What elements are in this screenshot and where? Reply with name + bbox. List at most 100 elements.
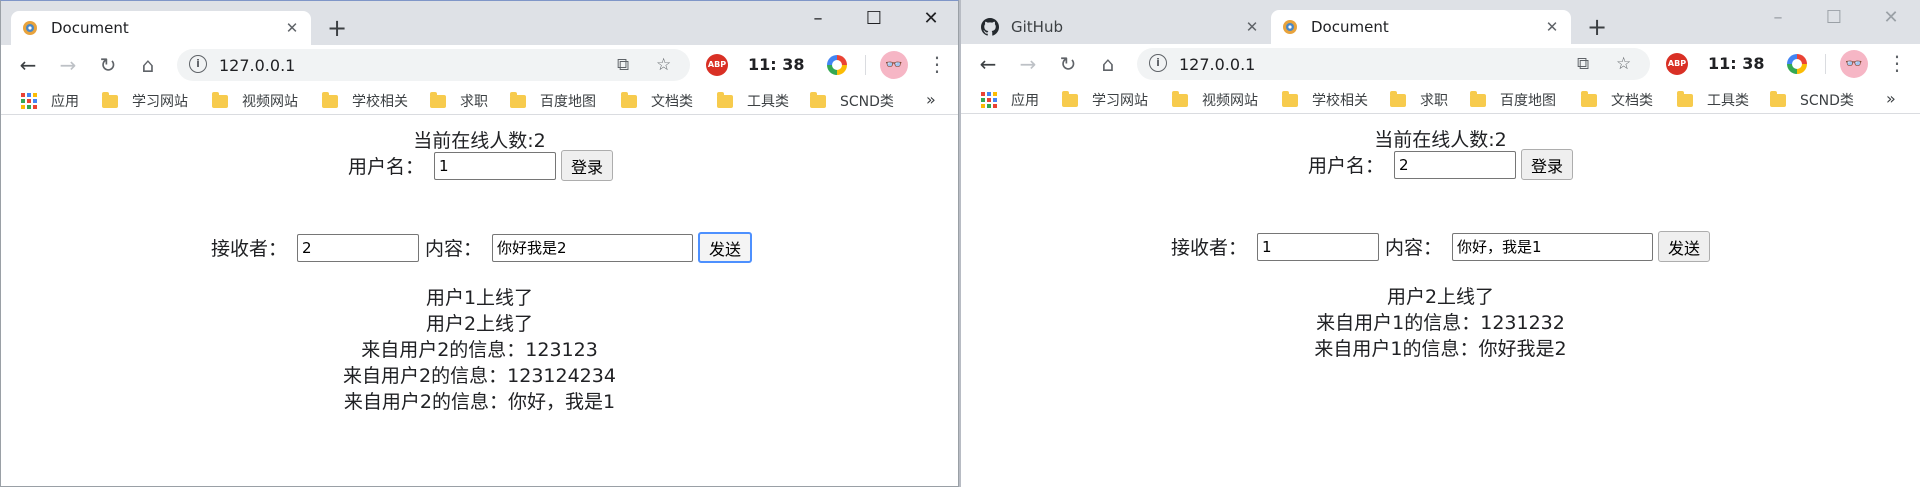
- message-list: 用户2上线了 来自用户1的信息：1231232 来自用户1的信息：你好我是2: [961, 284, 1920, 362]
- close-tab-icon[interactable]: ✕: [1543, 18, 1561, 36]
- send-button[interactable]: 发送: [698, 232, 753, 263]
- bookmark-folder[interactable]: 工具类: [717, 91, 789, 111]
- bookmarks-bar: 应用 学习网站 视频网站 学校相关 求职 百度地图 文档类 工具类 SCND类 …: [1, 85, 958, 115]
- receiver-input[interactable]: [1257, 232, 1380, 261]
- bookmark-label: 百度地图: [540, 94, 596, 110]
- color-ring-extension-icon[interactable]: [1787, 54, 1807, 74]
- menu-kebab-icon[interactable]: ⋮: [927, 53, 947, 75]
- receiver-input[interactable]: [297, 233, 420, 262]
- home-icon[interactable]: ⌂: [1097, 52, 1119, 76]
- message-item: 来自用户1的信息：你好我是2: [1314, 338, 1567, 360]
- url-text: 127.0.0.1: [219, 56, 296, 75]
- page-content: 当前在线人数:2 用户名： 登录 接收者： 内容： 发送 用户1上线了 用户2上…: [1, 115, 958, 486]
- message-item: 用户2上线了: [1386, 286, 1495, 308]
- bookmark-label: SCND类: [840, 94, 894, 110]
- bookmark-folder[interactable]: 百度地图: [510, 91, 596, 111]
- username-label: 用户名：: [1308, 155, 1385, 177]
- translate-icon[interactable]: ⧉: [1577, 54, 1589, 74]
- bookmarks-bar: 应用 学习网站 视频网站 学校相关 求职 百度地图 文档类 工具类 SCND类 …: [961, 84, 1920, 114]
- bookmark-folder[interactable]: 工具类: [1677, 90, 1749, 110]
- clock-extension[interactable]: 11: 38: [1708, 54, 1765, 73]
- close-window-icon[interactable]: ✕: [1881, 8, 1901, 28]
- forward-icon[interactable]: →: [1017, 52, 1039, 76]
- more-bookmarks-icon[interactable]: »: [1886, 89, 1896, 108]
- back-icon[interactable]: ←: [17, 53, 39, 77]
- bookmark-star-icon[interactable]: ☆: [1616, 54, 1631, 74]
- tab-document[interactable]: Document ✕: [11, 11, 311, 45]
- minimize-icon[interactable]: –: [1768, 8, 1788, 28]
- browser-window-left: Document ✕ + – ☐ ✕ ← → ↻ ⌂ i 127.0.0.1 ⧉…: [0, 0, 959, 487]
- folder-icon: [102, 91, 118, 108]
- message-item: 来自用户1的信息：1231232: [1316, 312, 1565, 334]
- bookmark-folder[interactable]: SCND类: [1770, 90, 1854, 110]
- toolbar: ← → ↻ ⌂ i 127.0.0.1 ⧉ ☆ ABP 11: 38 👓 ⋮: [961, 44, 1920, 84]
- profile-avatar-icon[interactable]: 👓: [1840, 50, 1868, 78]
- username-label: 用户名：: [348, 156, 425, 178]
- message-item: 用户1上线了: [425, 287, 534, 309]
- close-tab-icon[interactable]: ✕: [283, 19, 301, 37]
- bookmark-apps[interactable]: 应用: [981, 90, 1039, 110]
- close-tab-icon[interactable]: ✕: [1243, 18, 1261, 36]
- profile-avatar-icon[interactable]: 👓: [880, 51, 908, 79]
- site-info-icon[interactable]: i: [189, 55, 207, 73]
- bookmark-folder[interactable]: 视频网站: [212, 91, 298, 111]
- bookmark-label: 学校相关: [352, 94, 408, 110]
- address-bar[interactable]: i 127.0.0.1 ⧉ ☆: [177, 49, 690, 81]
- bookmark-folder[interactable]: 视频网站: [1172, 90, 1258, 110]
- maximize-icon[interactable]: ☐: [1824, 8, 1844, 28]
- content-input[interactable]: [1452, 232, 1654, 261]
- username-input[interactable]: [1394, 150, 1517, 179]
- back-icon[interactable]: ←: [977, 52, 999, 76]
- url-text: 127.0.0.1: [1179, 55, 1256, 74]
- reload-icon[interactable]: ↻: [97, 53, 119, 77]
- bookmark-folder[interactable]: 求职: [430, 91, 488, 111]
- github-icon: [981, 18, 999, 36]
- bookmark-folder[interactable]: 学校相关: [322, 91, 408, 111]
- menu-kebab-icon[interactable]: ⋮: [1887, 52, 1907, 74]
- adblock-plus-icon[interactable]: ABP: [1666, 53, 1688, 75]
- folder-icon: [810, 91, 826, 108]
- maximize-icon[interactable]: ☐: [864, 9, 884, 29]
- address-bar[interactable]: i 127.0.0.1 ⧉ ☆: [1137, 48, 1650, 80]
- online-count: 当前在线人数:2: [413, 130, 546, 152]
- online-count: 当前在线人数:2: [1374, 129, 1507, 151]
- close-window-icon[interactable]: ✕: [921, 9, 941, 29]
- minimize-icon[interactable]: –: [808, 9, 828, 29]
- reload-icon[interactable]: ↻: [1057, 52, 1079, 76]
- bookmark-folder[interactable]: 文档类: [1581, 90, 1653, 110]
- content-input[interactable]: [492, 233, 694, 262]
- login-button[interactable]: 登录: [1521, 149, 1574, 180]
- color-ring-extension-icon[interactable]: [827, 55, 847, 75]
- message-item: 来自用户2的信息：123123: [361, 339, 598, 361]
- tab-document[interactable]: Document ✕: [1271, 10, 1571, 44]
- username-input[interactable]: [434, 151, 557, 180]
- site-info-icon[interactable]: i: [1149, 54, 1167, 72]
- bookmark-label: 文档类: [651, 94, 693, 110]
- bookmark-star-icon[interactable]: ☆: [656, 55, 671, 75]
- bookmark-folder[interactable]: 学习网站: [102, 91, 188, 111]
- login-button[interactable]: 登录: [561, 150, 614, 181]
- bookmark-label: 学校相关: [1312, 93, 1368, 109]
- forward-icon[interactable]: →: [57, 53, 79, 77]
- bookmark-folder[interactable]: 学习网站: [1062, 90, 1148, 110]
- login-row: 用户名： 登录: [1308, 149, 1574, 180]
- folder-icon: [1770, 90, 1786, 107]
- send-button[interactable]: 发送: [1658, 231, 1711, 262]
- more-bookmarks-icon[interactable]: »: [926, 90, 936, 109]
- bookmark-folder[interactable]: 文档类: [621, 91, 693, 111]
- new-tab-icon[interactable]: +: [1587, 15, 1607, 39]
- bookmark-folder[interactable]: 百度地图: [1470, 90, 1556, 110]
- bookmark-apps[interactable]: 应用: [21, 91, 79, 111]
- adblock-plus-icon[interactable]: ABP: [706, 54, 728, 76]
- bookmark-folder[interactable]: SCND类: [810, 91, 894, 111]
- bookmark-folder[interactable]: 学校相关: [1282, 90, 1368, 110]
- tab-github[interactable]: GitHub ✕: [971, 10, 1271, 44]
- message-item: 用户2上线了: [425, 313, 534, 335]
- bookmark-folder[interactable]: 求职: [1390, 90, 1448, 110]
- home-icon[interactable]: ⌂: [137, 53, 159, 77]
- folder-icon: [430, 91, 446, 108]
- apps-grid-icon: [981, 92, 997, 108]
- translate-icon[interactable]: ⧉: [617, 55, 629, 75]
- new-tab-icon[interactable]: +: [327, 16, 347, 40]
- clock-extension[interactable]: 11: 38: [748, 55, 805, 74]
